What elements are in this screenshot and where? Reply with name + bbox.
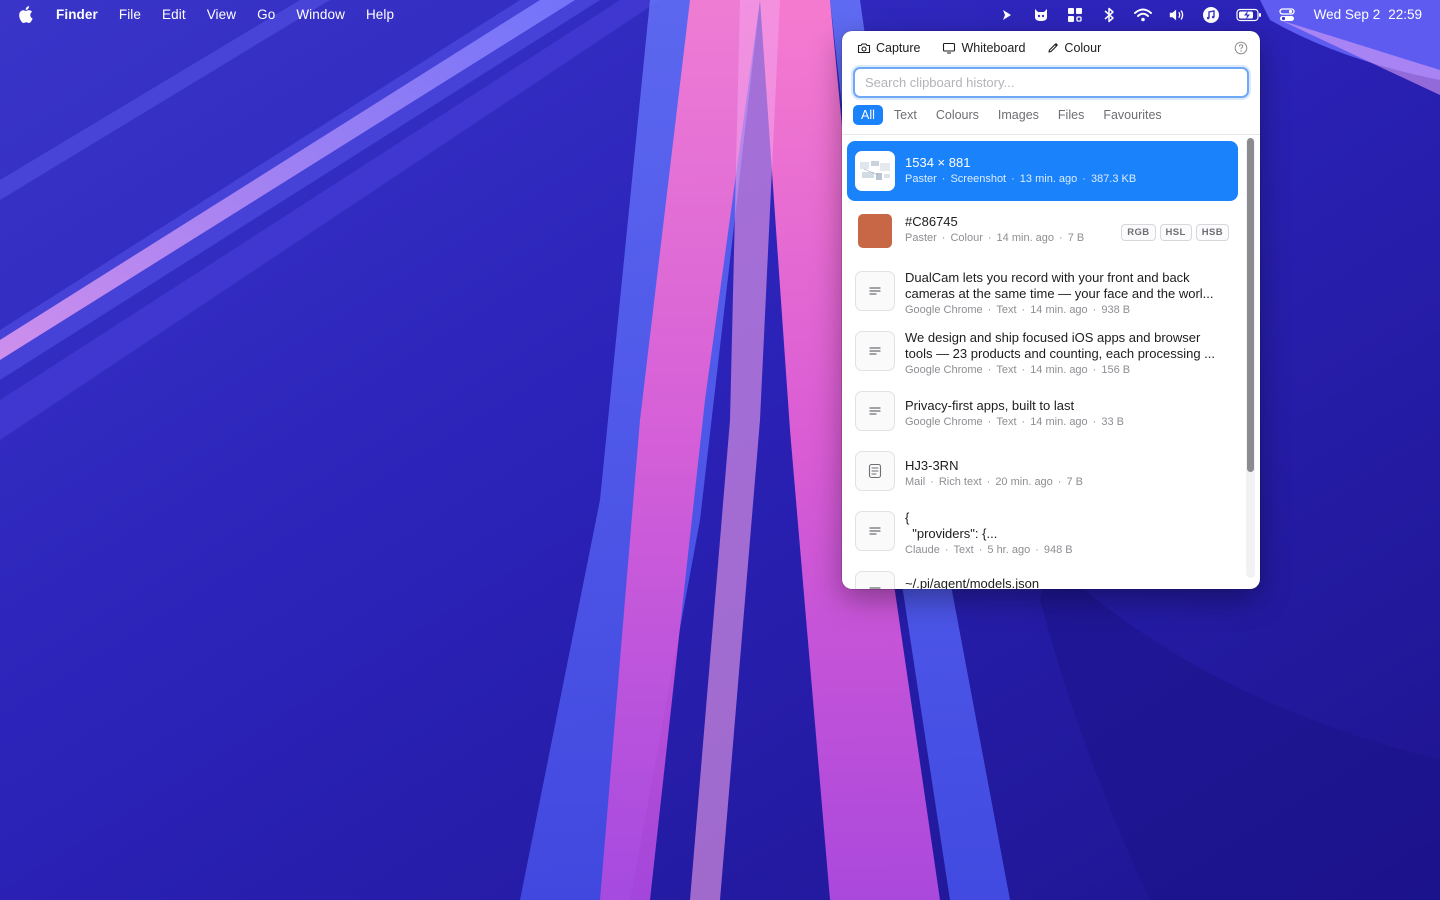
volume-icon[interactable] bbox=[1168, 7, 1186, 23]
document-icon bbox=[855, 451, 895, 491]
item-title-line-1: DualCam lets you record with your front … bbox=[905, 270, 1190, 285]
clipboard-item-colour[interactable]: #C86745 Paster · Colour · 14 min. ago · 7 B RG… bbox=[847, 203, 1238, 259]
menu-go[interactable]: Go bbox=[257, 7, 275, 22]
screenshot-thumbnail bbox=[855, 151, 895, 191]
colour-format-badges: RGB HSL HSB bbox=[1121, 224, 1229, 241]
item-title: HJ3-3RN bbox=[905, 458, 959, 473]
hsb-badge[interactable]: HSB bbox=[1195, 224, 1229, 241]
item-meta: Mail · Rich text · 20 min. ago · 7 B bbox=[905, 476, 1083, 488]
camera-icon bbox=[857, 43, 871, 54]
clock-time: 22:59 bbox=[1388, 7, 1422, 22]
item-meta: Google Chrome · Text · 14 min. ago · 156 B bbox=[905, 364, 1131, 376]
grid-app-icon[interactable] bbox=[1066, 7, 1084, 23]
item-title: 1534 × 881 bbox=[905, 155, 971, 170]
text-lines-icon bbox=[855, 391, 895, 431]
menu-edit[interactable]: Edit bbox=[162, 7, 186, 22]
item-meta: Google Chrome · Text · 14 min. ago · 33 B bbox=[905, 416, 1124, 428]
terminal-prompt-icon[interactable] bbox=[998, 7, 1016, 23]
item-title-line-1: We design and ship focused iOS apps and … bbox=[905, 330, 1201, 345]
monitor-icon bbox=[943, 42, 956, 54]
item-title-line-1: { bbox=[905, 510, 910, 525]
menu-window[interactable]: Window bbox=[296, 7, 345, 22]
menu-file[interactable]: File bbox=[119, 7, 141, 22]
clipboard-item-text[interactable]: We design and ship focused iOS apps and … bbox=[847, 321, 1238, 381]
help-icon[interactable] bbox=[1234, 41, 1248, 55]
clipboard-list: 1534 × 881 Paster · Screenshot · 13 min. ago… bbox=[842, 135, 1260, 589]
capture-label: Capture bbox=[876, 41, 921, 55]
item-title-line-2: cameras at the same time — your face and… bbox=[905, 286, 1214, 301]
cat-app-icon[interactable] bbox=[1032, 7, 1050, 23]
item-title: ~/.pi/agent/models.json bbox=[905, 576, 1040, 589]
menu-help[interactable]: Help bbox=[366, 7, 394, 22]
search-field bbox=[853, 67, 1249, 98]
scrollbar[interactable] bbox=[1246, 138, 1255, 578]
clipboard-item-rich-text[interactable]: HJ3-3RN Mail · Rich text · 20 min. ago · 7 B bbox=[847, 441, 1238, 501]
item-meta: Paster · Screenshot · 13 min. ago · 387.3 KB bbox=[905, 173, 1137, 185]
filter-favourites[interactable]: Favourites bbox=[1095, 105, 1169, 125]
whiteboard-label: Whiteboard bbox=[961, 41, 1026, 55]
item-title: Privacy-first apps, built to last bbox=[905, 398, 1075, 413]
control-center-icon[interactable] bbox=[1278, 7, 1296, 23]
apple-menu-icon[interactable] bbox=[18, 6, 34, 24]
filter-colours[interactable]: Colours bbox=[928, 105, 987, 125]
hsl-badge[interactable]: HSL bbox=[1159, 224, 1192, 241]
bluetooth-icon[interactable] bbox=[1100, 7, 1118, 23]
item-title-line-2: "providers": {... bbox=[905, 526, 998, 541]
battery-charging-icon[interactable] bbox=[1236, 7, 1262, 23]
menu-bar: Finder File Edit View Go Window Help Wed… bbox=[0, 0, 1440, 29]
scrollbar-thumb[interactable] bbox=[1247, 138, 1254, 472]
rgb-badge[interactable]: RGB bbox=[1121, 224, 1156, 241]
text-lines-icon bbox=[855, 571, 895, 589]
item-meta: Google Chrome · Text · 14 min. ago · 938 B bbox=[905, 304, 1131, 316]
filter-files[interactable]: Files bbox=[1050, 105, 1092, 125]
clipboard-item-text[interactable]: ~/.pi/agent/models.json bbox=[847, 565, 1238, 589]
menu-app-name[interactable]: Finder bbox=[56, 7, 98, 22]
clipboard-item-text[interactable]: { "providers": {... Claude · Text · 5 hr. ag… bbox=[847, 501, 1238, 561]
music-icon[interactable] bbox=[1202, 6, 1220, 23]
clipboard-item-text[interactable]: DualCam lets you record with your front … bbox=[847, 261, 1238, 321]
menu-clock[interactable]: Wed Sep 2 22:59 bbox=[1314, 7, 1422, 22]
menu-view[interactable]: View bbox=[207, 7, 236, 22]
filter-tabs: All Text Colours Images Files Favourites bbox=[853, 105, 1173, 125]
clipboard-item-screenshot[interactable]: 1534 × 881 Paster · Screenshot · 13 min. ago… bbox=[847, 141, 1238, 201]
text-lines-icon bbox=[855, 511, 895, 551]
text-lines-icon bbox=[855, 331, 895, 371]
item-meta: Claude · Text · 5 hr. ago · 948 B bbox=[905, 544, 1073, 556]
clipboard-popover: Capture Whiteboard Colour All Text Colou… bbox=[842, 31, 1260, 589]
colour-button[interactable]: Colour bbox=[1047, 41, 1101, 55]
menu-bar-extras: Wed Sep 2 22:59 bbox=[982, 0, 1422, 29]
filter-images[interactable]: Images bbox=[990, 105, 1047, 125]
clipboard-item-text[interactable]: Privacy-first apps, built to last Google… bbox=[847, 381, 1238, 441]
filter-all[interactable]: All bbox=[853, 105, 883, 125]
eyedropper-icon bbox=[1048, 43, 1059, 53]
whiteboard-button[interactable]: Whiteboard bbox=[942, 41, 1025, 55]
wifi-icon[interactable] bbox=[1133, 7, 1152, 23]
colour-swatch bbox=[858, 214, 892, 248]
clock-date: Wed Sep 2 bbox=[1313, 7, 1381, 22]
search-input[interactable] bbox=[853, 67, 1249, 98]
capture-button[interactable]: Capture bbox=[857, 41, 920, 55]
item-title-line-2: tools — 23 products and counting, each p… bbox=[905, 346, 1216, 361]
colour-label: Colour bbox=[1064, 41, 1102, 55]
filter-text[interactable]: Text bbox=[886, 105, 925, 125]
text-lines-icon bbox=[855, 271, 895, 311]
popover-toolbar: Capture Whiteboard Colour bbox=[842, 31, 1260, 65]
